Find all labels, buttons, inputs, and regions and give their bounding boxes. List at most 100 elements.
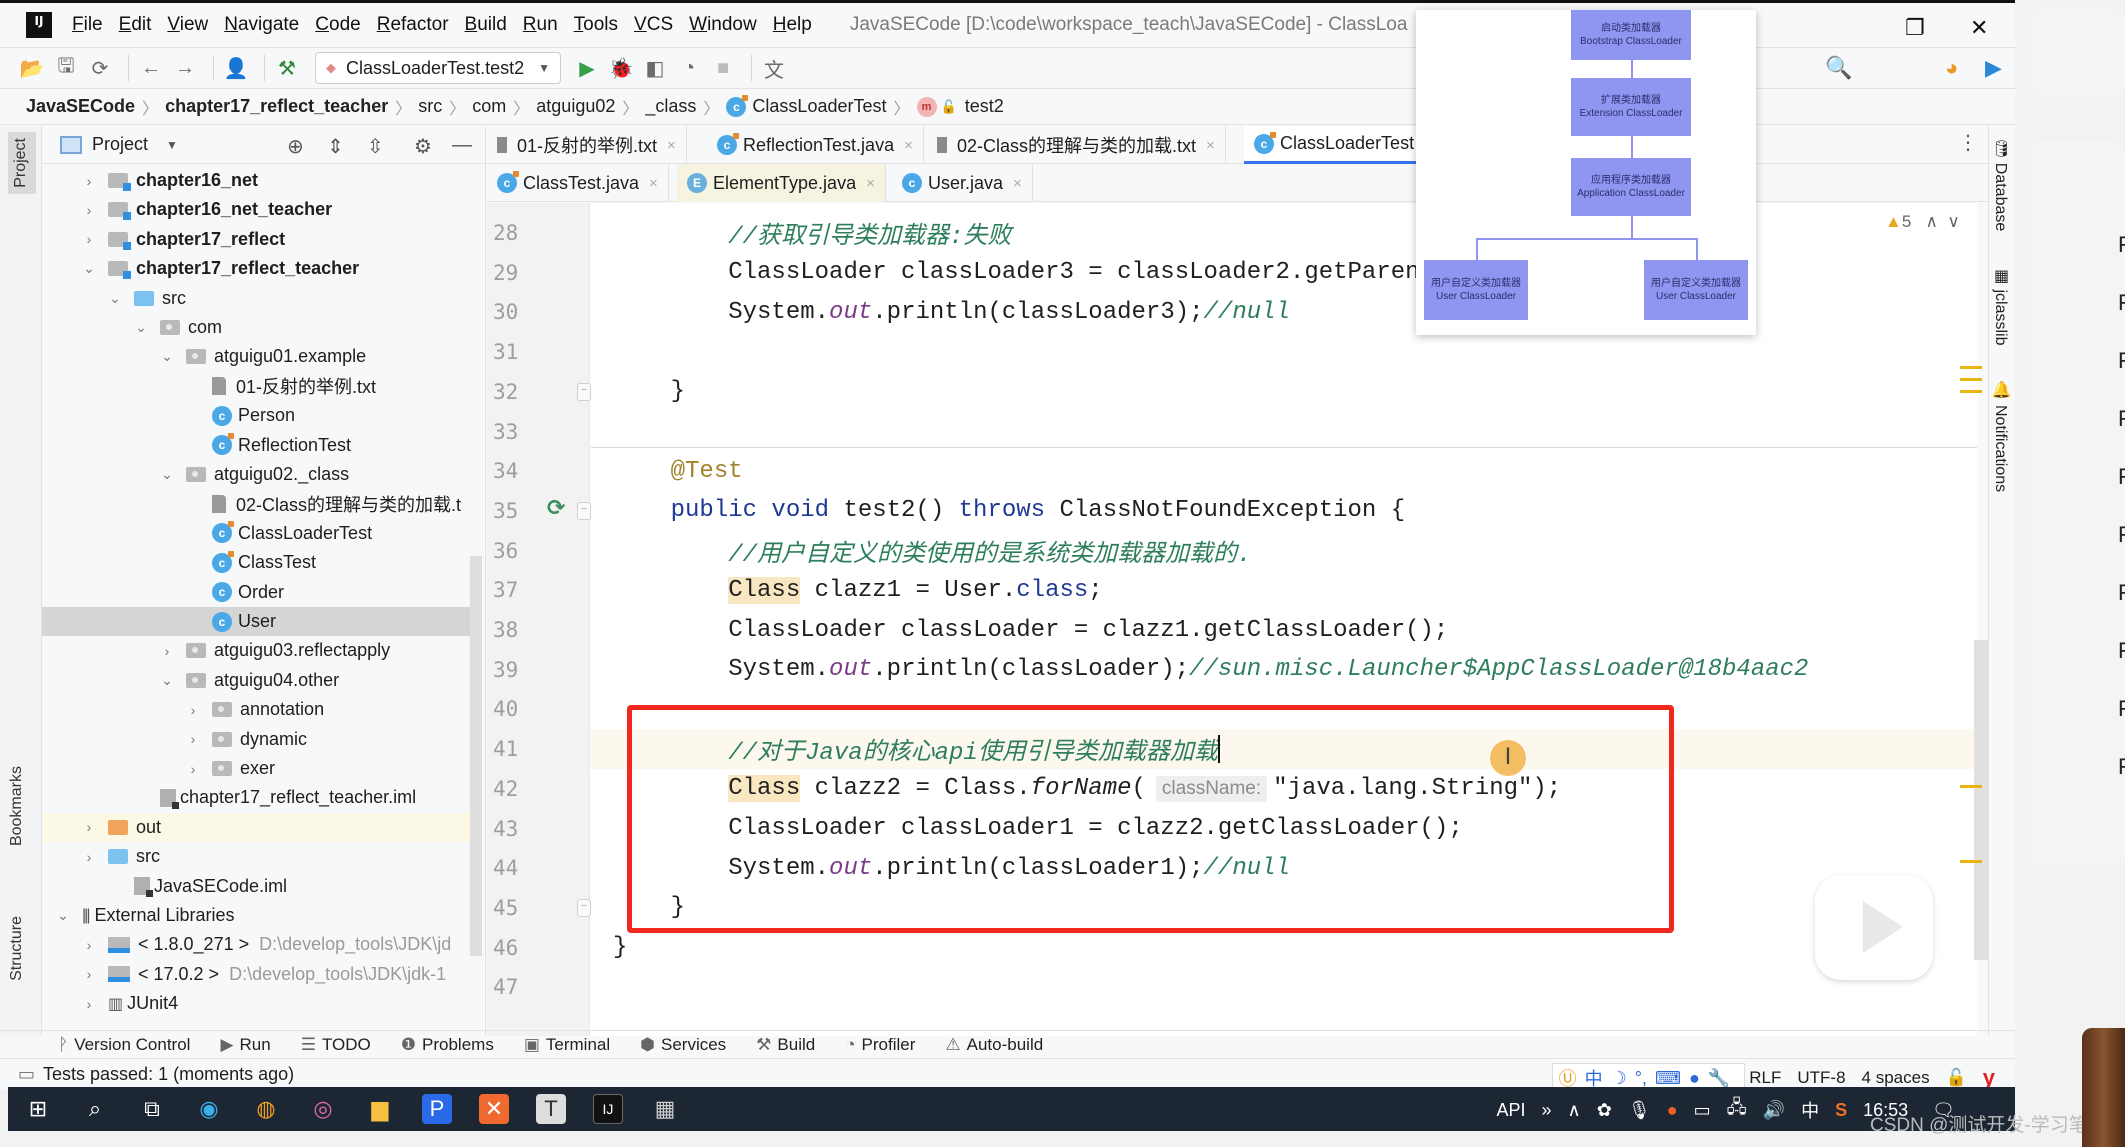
- close-tab-icon[interactable]: ×: [866, 175, 875, 192]
- profile-icon[interactable]: ◔: [675, 54, 703, 82]
- tree-item[interactable]: JavaSECode.iml: [42, 872, 482, 901]
- stop-icon[interactable]: ■: [709, 54, 737, 82]
- chevron-right-icon[interactable]: ›: [82, 966, 96, 982]
- close-tab-icon[interactable]: ×: [1013, 175, 1022, 192]
- inspection-warnings[interactable]: ▲5 ∧ ∨: [1885, 212, 1960, 232]
- menu-refactor[interactable]: Refactor: [377, 14, 449, 36]
- tool-tab-notifications[interactable]: 🔔 Notifications: [1991, 381, 2010, 492]
- tool-tab-database[interactable]: 🛢 Database: [1991, 138, 2010, 231]
- volume-icon[interactable]: 🔊: [1763, 1100, 1785, 1121]
- coverage-icon[interactable]: ◧: [641, 54, 669, 82]
- chevron-right-icon[interactable]: ›: [82, 819, 96, 835]
- tool-tab-bookmarks[interactable]: Bookmarks: [8, 766, 26, 846]
- restore-window-icon[interactable]: ❐: [1905, 15, 1925, 41]
- tree-item[interactable]: › src: [42, 842, 482, 871]
- error-stripe-mark[interactable]: [1960, 378, 1982, 381]
- code-line[interactable]: //用户自定义的类使用的是系统类加载器加载的.: [613, 531, 1251, 571]
- project-tree-scrollbar[interactable]: [470, 556, 482, 956]
- error-stripe-mark[interactable]: [1960, 366, 1982, 369]
- locate-file-icon[interactable]: ⊕: [287, 134, 304, 159]
- tree-item[interactable]: 01-反射的举例.txt: [42, 372, 482, 401]
- prev-highlight-icon[interactable]: ∧: [1925, 212, 1937, 231]
- tray-show-hidden-icon[interactable]: ∧: [1568, 1100, 1581, 1121]
- close-tab-icon[interactable]: ×: [649, 175, 658, 192]
- error-stripe-mark[interactable]: [1960, 860, 1982, 863]
- tree-item[interactable]: › out: [42, 812, 482, 842]
- task-view-icon[interactable]: ⧉: [137, 1094, 167, 1124]
- error-stripe-mark[interactable]: [1960, 390, 1982, 393]
- chevron-right-icon[interactable]: ›: [186, 731, 200, 747]
- editor-tab[interactable]: c ClassTest.java ×: [487, 164, 669, 202]
- close-window-icon[interactable]: ✕: [1970, 15, 1988, 41]
- sync-icon[interactable]: ⟳: [86, 54, 114, 82]
- tree-item[interactable]: ⌄ atguigu04.other: [42, 666, 482, 695]
- tree-item[interactable]: chapter17_reflect_teacher.iml: [42, 783, 482, 812]
- chevron-down-icon[interactable]: ⌄: [82, 260, 96, 277]
- project-panel-title[interactable]: Project: [92, 134, 148, 155]
- back-icon[interactable]: ←: [137, 54, 165, 82]
- tray-api-label[interactable]: API: [1497, 1100, 1526, 1121]
- code-line[interactable]: System. out .println(classLoader3);//null: [613, 292, 1290, 332]
- status-panel-icon[interactable]: ▭: [18, 1064, 35, 1085]
- search-icon[interactable]: ⌕: [80, 1094, 110, 1124]
- tool-window-terminal[interactable]: ▣ Terminal: [524, 1035, 610, 1055]
- editor-tab[interactable]: c ReflectionTest.java ×: [707, 126, 924, 164]
- tree-item[interactable]: c ReflectionTest: [42, 431, 482, 460]
- code-line[interactable]: }: [613, 372, 685, 412]
- tree-item[interactable]: › atguigu03.reflectapply: [42, 636, 482, 665]
- collapse-all-icon[interactable]: ⇳: [367, 134, 384, 159]
- tree-item[interactable]: c ClassTest: [42, 548, 482, 577]
- code-line[interactable]: public void test2() throws ClassNotFound…: [613, 491, 1406, 531]
- tree-item[interactable]: › dynamic: [42, 725, 482, 754]
- code-line[interactable]: ClassLoader classLoader3 = classLoader2.…: [613, 253, 1419, 293]
- editor-scrollbar[interactable]: [1974, 640, 1988, 960]
- indent-setting[interactable]: 4 spaces: [1862, 1068, 1930, 1088]
- tree-item[interactable]: › exer: [42, 754, 482, 783]
- typora-icon[interactable]: T: [536, 1094, 566, 1124]
- editor-tab[interactable]: c User.java ×: [892, 164, 1033, 202]
- battery-icon[interactable]: ▭: [1694, 1100, 1711, 1121]
- editor-tab[interactable]: E ElementType.java ×: [677, 164, 886, 202]
- editor-tab[interactable]: 01-反射的举例.txt ×: [487, 126, 687, 164]
- breadcrumb-item[interactable]: ClassLoaderTest: [752, 96, 886, 117]
- build-hammer-icon[interactable]: ⚒: [273, 54, 301, 82]
- tray-app-icon[interactable]: ✿: [1597, 1100, 1612, 1121]
- code-line[interactable]: }: [613, 928, 627, 968]
- forward-icon[interactable]: →: [171, 54, 199, 82]
- status-message[interactable]: Tests passed: 1 (moments ago): [43, 1064, 294, 1085]
- app-p-icon[interactable]: P: [422, 1094, 452, 1124]
- tree-item[interactable]: ⌄ com: [42, 313, 482, 342]
- editor-tab[interactable]: c ClassLoaderTest: [1244, 126, 1426, 164]
- next-highlight-icon[interactable]: ∨: [1947, 212, 1959, 231]
- chevron-down-icon[interactable]: ⌄: [160, 672, 174, 689]
- close-tab-icon[interactable]: ×: [904, 137, 913, 154]
- chevron-right-icon[interactable]: ›: [186, 702, 200, 718]
- chevron-down-icon[interactable]: ⌄: [56, 907, 70, 924]
- tray-overflow-icon[interactable]: »: [1542, 1100, 1552, 1121]
- chevron-right-icon[interactable]: ›: [82, 849, 96, 865]
- tree-item[interactable]: › chapter16_net_teacher: [42, 195, 482, 224]
- expand-all-icon[interactable]: ⇕: [327, 134, 344, 159]
- network-icon[interactable]: 🖧: [1727, 1095, 1747, 1125]
- code-line[interactable]: @Test: [613, 451, 743, 491]
- tool-window-build[interactable]: ⚒ Build: [756, 1035, 815, 1055]
- video-play-icon[interactable]: [1815, 875, 1933, 980]
- tool-window-todo[interactable]: ☰ TODO: [301, 1035, 371, 1055]
- menu-build[interactable]: Build: [465, 14, 507, 36]
- tree-item[interactable]: › ▥ JUnit4: [42, 989, 482, 1018]
- windows-start-icon[interactable]: ⊞: [23, 1094, 53, 1124]
- fold-marker-icon[interactable]: −: [577, 501, 591, 520]
- editor-tab[interactable]: 02-Class的理解与类的加载.txt ×: [927, 126, 1226, 164]
- breadcrumb-item[interactable]: _class: [645, 96, 696, 117]
- menu-tools[interactable]: Tools: [574, 14, 618, 36]
- menu-navigate[interactable]: Navigate: [224, 14, 299, 36]
- debug-icon[interactable]: 🐞: [607, 54, 635, 82]
- edge-icon[interactable]: ◉: [194, 1094, 224, 1124]
- open-folder-icon[interactable]: 📂: [18, 54, 46, 82]
- menu-edit[interactable]: Edit: [119, 14, 152, 36]
- close-tab-icon[interactable]: ×: [667, 137, 676, 154]
- chevron-down-icon[interactable]: ▼: [166, 138, 178, 152]
- menu-run[interactable]: Run: [523, 14, 558, 36]
- file-explorer-icon[interactable]: ▆: [365, 1094, 395, 1124]
- code-line[interactable]: //获取引导类加载器:失败: [613, 213, 1011, 253]
